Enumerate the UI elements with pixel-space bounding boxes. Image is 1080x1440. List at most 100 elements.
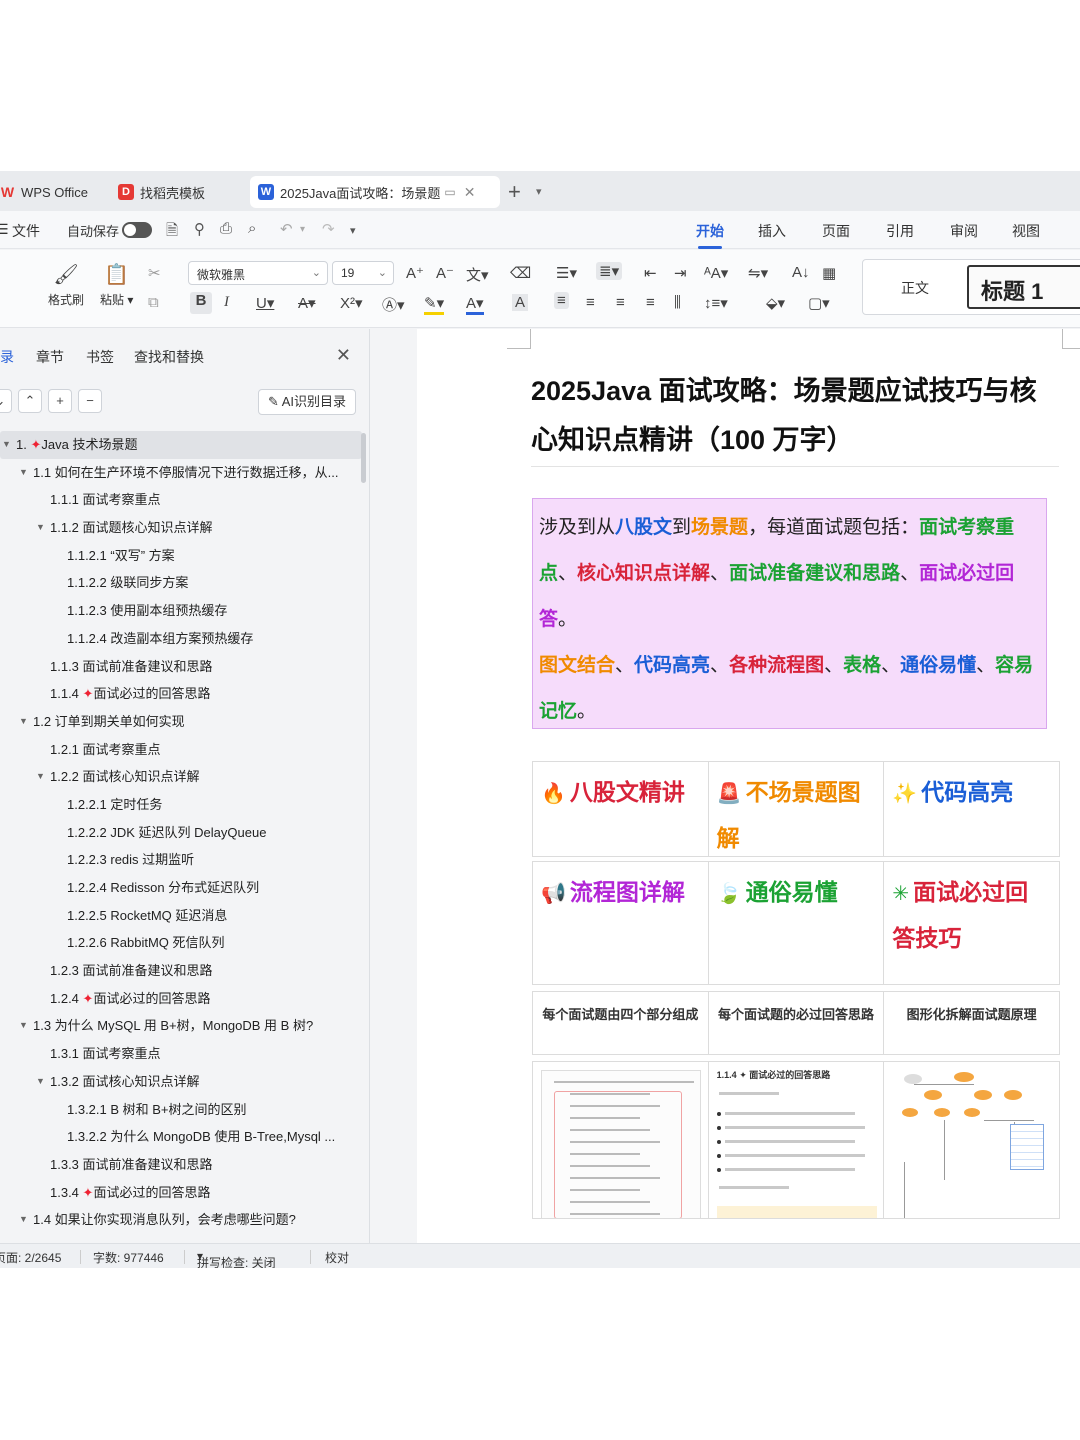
- align-left-icon[interactable]: ≡: [554, 292, 569, 309]
- superscript-icon[interactable]: X²▾: [340, 294, 363, 312]
- toc-item[interactable]: ▼ 1. ✦Java 技术场景题: [0, 431, 362, 459]
- undo-icon[interactable]: ↶: [280, 220, 293, 238]
- nav-tab-find-replace[interactable]: 查找和替换: [134, 347, 204, 367]
- close-icon[interactable]: ✕: [336, 345, 351, 366]
- print-preview-icon[interactable]: ⌕: [248, 220, 256, 237]
- export-icon[interactable]: ⚲: [194, 220, 205, 238]
- nav-tab-bookmarks[interactable]: 书签: [86, 347, 114, 367]
- toc-item[interactable]: 1.1.2.3 使用副本组预热缓存: [0, 597, 362, 625]
- font-name-select[interactable]: 微软雅黑 ⌄: [188, 261, 328, 285]
- sort-icon[interactable]: A↓: [792, 264, 810, 281]
- distribute-icon[interactable]: ⫼: [674, 294, 681, 311]
- character-shading-icon[interactable]: A: [512, 294, 529, 311]
- toc-item[interactable]: 1.1.2.1 “双写” 方案: [0, 542, 362, 570]
- toc-item[interactable]: 1.2.2.1 定时任务: [0, 791, 362, 819]
- print-icon[interactable]: ⎙: [220, 220, 232, 237]
- toc-item[interactable]: 1.1.4 ✦面试必过的回答思路: [0, 680, 362, 708]
- tab-wps-office[interactable]: W WPS Office: [0, 176, 96, 208]
- add-icon[interactable]: +: [48, 389, 72, 413]
- cut-icon[interactable]: ✂: [148, 264, 161, 282]
- chevron-down-icon[interactable]: ▾: [350, 224, 356, 237]
- text-direction-icon[interactable]: ⇋▾: [748, 264, 768, 282]
- toc-item[interactable]: ▼ 1.1 如何在生产环境不停服情况下进行数据迁移，从...: [0, 459, 362, 487]
- toc-item[interactable]: 1.3.4 ✦面试必过的回答思路: [0, 1179, 362, 1207]
- line-spacing-icon[interactable]: ↕≡▾: [704, 294, 728, 312]
- phonetic-guide-icon[interactable]: 文▾: [466, 264, 489, 285]
- expand-arrow-icon[interactable]: ▼: [19, 708, 28, 735]
- expand-arrow-icon[interactable]: ▼: [36, 1068, 45, 1095]
- word-count[interactable]: 字数: 977446: [93, 1249, 164, 1266]
- toc-item[interactable]: ▼ 1.4 如果让你实现消息队列，会考虑哪些问题?: [0, 1206, 362, 1234]
- toc-item[interactable]: 1.2.2.6 RabbitMQ 死信队列: [0, 929, 362, 957]
- decrease-indent-icon[interactable]: ⇤: [644, 264, 657, 282]
- decrease-font-icon[interactable]: A⁻: [436, 264, 454, 282]
- underline-icon[interactable]: U▾: [256, 294, 274, 312]
- toc-item[interactable]: 1.3.1 面试考察重点: [0, 1040, 362, 1068]
- paste-button[interactable]: 📋 粘贴 ▾: [100, 262, 133, 308]
- toc-item[interactable]: 1.1.3 面试前准备建议和思路: [0, 653, 362, 681]
- menu-file[interactable]: 文件: [12, 221, 40, 241]
- clear-format-icon[interactable]: ⌫: [510, 264, 531, 282]
- font-color-icon[interactable]: A▾: [466, 294, 484, 315]
- toc-item[interactable]: 1.2.2.2 JDK 延迟队列 DelayQueue: [0, 819, 362, 847]
- toc-item[interactable]: 1.3.3 面试前准备建议和思路: [0, 1151, 362, 1179]
- toc-item[interactable]: 1.2.2.5 RocketMQ 延迟消息: [0, 902, 362, 930]
- toc-item[interactable]: ▼ 1.2 订单到期关单如何实现: [0, 708, 362, 736]
- justify-icon[interactable]: ≡: [646, 294, 655, 311]
- monitor-icon[interactable]: ▭: [444, 185, 455, 199]
- align-right-icon[interactable]: ≡: [616, 294, 625, 311]
- toc-item[interactable]: 1.1.1 面试考察重点: [0, 486, 362, 514]
- toc-item[interactable]: ▼ 1.3 为什么 MySQL 用 B+树，MongoDB 用 B 树?: [0, 1012, 362, 1040]
- toc-item[interactable]: 1.2.4 ✦面试必过的回答思路: [0, 985, 362, 1013]
- menu-insert[interactable]: 插入: [758, 221, 786, 241]
- redo-icon[interactable]: ↷: [322, 220, 335, 238]
- toc-item[interactable]: 1.2.2.4 Redisson 分布式延迟队列: [0, 874, 362, 902]
- toc-item[interactable]: 1.3.2.2 为什么 MongoDB 使用 B-Tree,Mysql ...: [0, 1123, 362, 1151]
- toc-item[interactable]: ▼ 1.3.2 面试核心知识点详解: [0, 1068, 362, 1096]
- proofread-button[interactable]: 校对: [325, 1249, 349, 1266]
- chevron-down-icon[interactable]: ▾: [536, 185, 542, 198]
- chevron-down-icon[interactable]: ▾: [300, 224, 305, 235]
- chevron-down-icon[interactable]: ⌄: [0, 389, 12, 413]
- text-effect-icon[interactable]: Ⓐ▾: [382, 294, 405, 315]
- page-count[interactable]: 页面: 2/2645: [0, 1249, 61, 1266]
- autosave-toggle[interactable]: [122, 222, 152, 238]
- expand-arrow-icon[interactable]: ▼: [19, 459, 28, 486]
- menu-review[interactable]: 审阅: [950, 221, 978, 241]
- tab-docer[interactable]: D 找稻壳模板: [110, 176, 242, 208]
- menu-view[interactable]: 视图: [1012, 221, 1040, 241]
- toc-item[interactable]: 1.1.2.2 级联同步方案: [0, 569, 362, 597]
- increase-indent-icon[interactable]: ⇥: [674, 264, 687, 282]
- menu-page[interactable]: 页面: [822, 221, 850, 241]
- toc-item[interactable]: 1.2.3 面试前准备建议和思路: [0, 957, 362, 985]
- toc-item[interactable]: 1.3.2.1 B 树和 B+树之间的区别: [0, 1096, 362, 1124]
- toc-item[interactable]: 1.2.1 面试考察重点: [0, 736, 362, 764]
- remove-icon[interactable]: −: [78, 389, 102, 413]
- menu-home[interactable]: 开始: [696, 221, 724, 249]
- expand-arrow-icon[interactable]: ▼: [19, 1012, 28, 1039]
- align-center-icon[interactable]: ≡: [586, 294, 595, 311]
- italic-icon[interactable]: I: [224, 294, 229, 311]
- expand-arrow-icon[interactable]: ▼: [36, 514, 45, 541]
- highlight-icon[interactable]: ✎▾: [424, 294, 445, 315]
- scrollbar-thumb[interactable]: [361, 433, 366, 483]
- save-icon[interactable]: 🗎: [166, 220, 178, 245]
- toc-item[interactable]: ▼ 1.2.2 面试核心知识点详解: [0, 763, 362, 791]
- borders-icon[interactable]: ▢▾: [808, 294, 830, 312]
- tab-document[interactable]: W 2025Java面试攻略：场景题 ▭ ✕: [250, 176, 500, 208]
- nav-tab-toc[interactable]: 目录: [0, 347, 14, 367]
- ai-toc-button[interactable]: ✎ AI识别目录: [258, 389, 356, 415]
- show-marks-icon[interactable]: ▦: [822, 264, 836, 282]
- bullet-list-icon[interactable]: ☰▾: [556, 264, 577, 282]
- expand-arrow-icon[interactable]: ▼: [19, 1206, 28, 1233]
- strikethrough-icon[interactable]: A▾: [298, 294, 316, 312]
- spell-check-status[interactable]: 拼写检查: 关闭 ▾: [197, 1249, 276, 1268]
- menu-icon[interactable]: ☰: [0, 221, 9, 238]
- toc-item[interactable]: ▼ 1.1.2 面试题核心知识点详解: [0, 514, 362, 542]
- close-tab-icon[interactable]: ✕: [464, 184, 476, 201]
- nav-tab-chapters[interactable]: 章节: [36, 347, 64, 367]
- style-normal[interactable]: 正文: [901, 278, 929, 298]
- change-case-icon[interactable]: ᴬA▾: [704, 264, 728, 282]
- expand-arrow-icon[interactable]: ▼: [36, 763, 45, 790]
- style-heading1[interactable]: 标题 1: [967, 265, 1080, 309]
